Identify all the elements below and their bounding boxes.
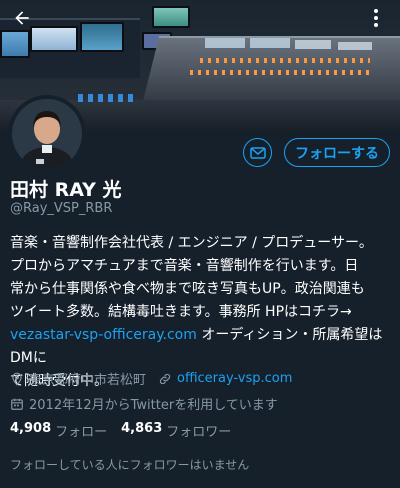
follow-stats: 4,908 フォロー 4,863 フォロワー	[10, 421, 245, 440]
followers-stat[interactable]: 4,863 フォロワー	[121, 421, 231, 440]
user-handle: @Ray_VSP_RBR	[10, 201, 113, 216]
link-icon	[159, 373, 171, 384]
vertical-ellipsis-icon	[374, 9, 378, 27]
avatar-photo	[12, 99, 82, 169]
bio-line: vezastar-vsp-officeray.com オーディション・所属希望は…	[10, 324, 395, 370]
message-button[interactable]	[243, 138, 272, 167]
back-button[interactable]	[8, 4, 36, 32]
join-date-text: 2012年12月からTwitterを利用しています	[29, 398, 278, 413]
followers-count: 4,863	[121, 421, 163, 436]
followers-you-know-note: フォローしている人にフォロワーはいません	[10, 458, 250, 472]
join-date-row: 2012年12月からTwitterを利用しています	[10, 394, 278, 413]
banner-console-screen	[295, 40, 331, 49]
bio-line: 音楽・音響制作会社代表 / エンジニア / プロデューサー。	[10, 235, 373, 251]
banner-monitor	[80, 22, 124, 52]
bio-link[interactable]: vezastar-vsp-officeray.com	[10, 327, 197, 343]
location-text: 東京都府中市若松町	[29, 373, 147, 388]
bio-line: プロからアマチュアまで音楽・音響制作を行います。日	[10, 258, 359, 274]
bio-line: ツイート多数。結構毒吐きます。事務所 HPはコチラ→	[10, 304, 352, 320]
following-label: フォロー	[55, 425, 108, 440]
banner-console-knobs	[200, 58, 370, 63]
bio-line: 常から仕事関係や食べ物まで呟き写真もUP。政治関連も	[10, 281, 365, 297]
banner-leds	[78, 94, 138, 102]
location-icon	[12, 372, 22, 386]
mail-icon	[249, 146, 266, 159]
following-stat[interactable]: 4,908 フォロー	[10, 421, 107, 440]
banner-monitor	[0, 30, 30, 58]
profile-meta-row: 東京都府中市若松町 officeray-vsp.com	[10, 369, 292, 388]
banner-monitor	[30, 26, 78, 52]
arrow-left-icon	[15, 11, 29, 25]
display-name: 田村 RAY 光	[10, 179, 122, 201]
calendar-icon	[11, 398, 23, 410]
banner-console-screen	[205, 38, 245, 48]
avatar[interactable]	[8, 95, 86, 173]
followers-label: フォロワー	[166, 425, 232, 440]
follow-button[interactable]: フォローする	[284, 138, 390, 167]
website-link[interactable]: officeray-vsp.com	[177, 371, 292, 386]
following-count: 4,908	[10, 421, 52, 436]
banner-console-screen	[250, 38, 290, 48]
banner-monitor	[152, 6, 190, 28]
more-options-button[interactable]	[362, 4, 390, 32]
banner-console-knobs	[190, 70, 370, 75]
banner-console-screen	[338, 42, 372, 50]
